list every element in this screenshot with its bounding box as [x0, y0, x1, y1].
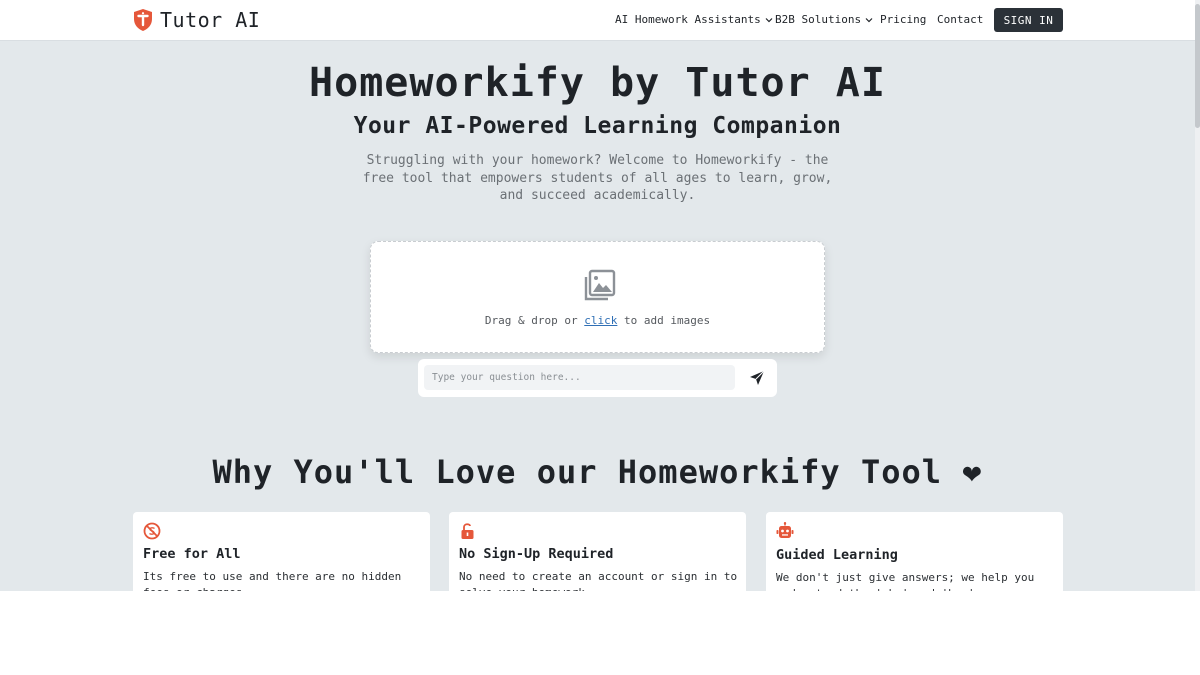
chevron-down-icon	[765, 17, 773, 22]
logo-text: Tutor AI	[160, 8, 261, 32]
question-bar	[418, 359, 777, 397]
dropzone-text-before: Drag & drop or	[484, 314, 585, 327]
nav-label: Pricing	[880, 13, 927, 26]
feature-text: No need to create an account or sign in …	[459, 570, 738, 591]
logo[interactable]: Tutor AI	[132, 8, 260, 32]
nav-b2b-solutions[interactable]: B2B Solutions	[775, 13, 873, 26]
feature-card-free: Free for All Its free to use and there a…	[133, 512, 430, 591]
scrollbar-thumb[interactable]	[1195, 4, 1200, 128]
hero-description: Struggling with your homework? Welcome t…	[362, 153, 833, 203]
shield-logo-icon	[134, 9, 152, 31]
feature-title: Guided Learning	[776, 547, 898, 563]
question-input[interactable]	[424, 365, 735, 390]
nav-label: B2B Solutions	[775, 13, 862, 26]
feature-title: Free for All	[143, 546, 241, 562]
hero-title: Homeworkify by Tutor AI	[309, 60, 886, 106]
page-viewport: Tutor AI AI Homework Assistants B2B Solu…	[0, 0, 1200, 591]
top-navbar: Tutor AI AI Homework Assistants B2B Solu…	[0, 0, 1195, 41]
sign-in-button[interactable]: SIGN IN	[994, 8, 1063, 32]
nav-ai-homework-assistants[interactable]: AI Homework Assistants	[615, 13, 773, 26]
dropzone-text: Drag & drop or click to add images	[371, 314, 824, 327]
feature-card-no-signup: No Sign-Up Required No need to create an…	[449, 512, 746, 591]
unlock-icon	[461, 523, 474, 539]
nav-label: AI Homework Assistants	[615, 13, 761, 26]
heart-icon: ❤	[962, 453, 983, 491]
images-icon	[584, 269, 616, 301]
scrollbar[interactable]	[1195, 0, 1200, 591]
hero-subtitle: Your AI-Powered Learning Companion	[353, 113, 842, 139]
click-to-upload-link[interactable]: click	[584, 314, 617, 327]
nav-contact[interactable]: Contact	[937, 13, 983, 26]
chevron-down-icon	[865, 17, 873, 22]
feature-text: Its free to use and there are no hidden …	[143, 570, 402, 591]
feature-card-guided-learning: Guided Learning We don't just give answe…	[766, 512, 1063, 591]
features-title: Why You'll Love our Homeworkify Tool ❤	[0, 453, 1195, 491]
robot-icon	[776, 522, 794, 538]
feature-title: No Sign-Up Required	[459, 546, 614, 562]
no-fee-icon	[143, 522, 161, 540]
nav-pricing[interactable]: Pricing	[880, 13, 926, 26]
image-dropzone[interactable]: Drag & drop or click to add images	[370, 241, 825, 353]
dropzone-text-after: to add images	[617, 314, 711, 327]
feature-text: We don't just give answers; we help you …	[776, 571, 1035, 591]
send-icon[interactable]	[749, 370, 765, 386]
features-title-text: Why You'll Love our Homeworkify Tool	[212, 453, 943, 491]
nav-label: Contact	[937, 13, 984, 26]
